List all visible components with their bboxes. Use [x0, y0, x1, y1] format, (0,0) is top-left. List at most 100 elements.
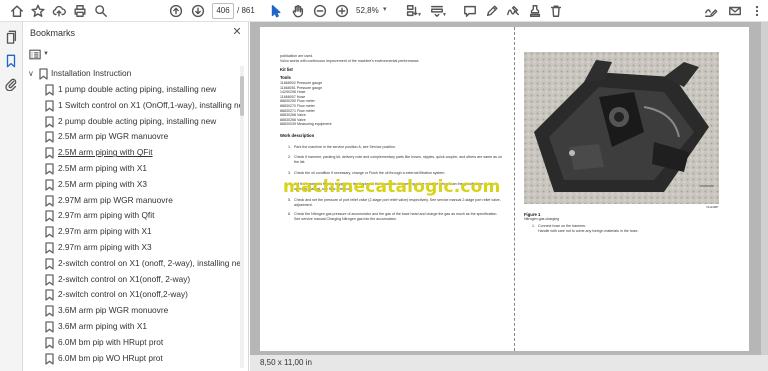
- bookmark-label: 2.97M arm pip WGR manuovre: [58, 194, 173, 205]
- delete-icon[interactable]: [548, 3, 564, 19]
- close-icon[interactable]: ✕: [231, 26, 243, 38]
- step-text: Check and set the pressure of port relie…: [294, 198, 501, 207]
- zoom-dropdown-icon[interactable]: ▾: [383, 5, 387, 13]
- mail-icon[interactable]: [727, 3, 743, 19]
- home-icon[interactable]: [9, 3, 25, 19]
- bookmark-item[interactable]: 2.97m arm piping with Qfit: [23, 208, 241, 224]
- bookmark-icon: [45, 210, 54, 223]
- bookmark-icon: [45, 258, 54, 270]
- document-viewer: publication are used. Volvo works with c…: [250, 22, 768, 371]
- step-number: 2.: [288, 155, 291, 159]
- bookmark-label: 6.0M bm pip with HRupt prot: [58, 336, 164, 347]
- layout-dropdown-icon[interactable]: ▼: [417, 12, 422, 18]
- bookmark-icon: [45, 321, 54, 333]
- step-text: Check the Nitrogen gas pressure of accum…: [294, 212, 498, 221]
- bookmark-icon: [45, 226, 54, 238]
- figure-caption: Nitrogen gas charging: [524, 217, 560, 221]
- bookmark-label: Installation Instruction: [51, 68, 132, 78]
- zoom-in-icon[interactable]: [334, 3, 350, 19]
- pdf-page[interactable]: publication are used. Volvo works with c…: [260, 27, 749, 351]
- print-icon[interactable]: [72, 3, 88, 19]
- bookmark-icon: [45, 179, 54, 191]
- cloud-upload-icon[interactable]: [51, 3, 67, 19]
- watermark: machinecatalogic.com: [283, 177, 501, 197]
- bookmark-list: ∨ Installation Instruction 1 pump double…: [23, 66, 241, 371]
- bookmark-item[interactable]: 2.97M arm pip WGR manuovre: [23, 193, 241, 209]
- bookmark-icon: [45, 194, 54, 207]
- page-total: / 861: [237, 6, 255, 15]
- hammer-photo: [524, 52, 719, 204]
- bookmark-item[interactable]: 2.5M arm piping with QFit: [23, 145, 241, 161]
- scrollbar-thumb[interactable]: [240, 76, 244, 116]
- chevron-down-icon[interactable]: ∨: [28, 70, 36, 78]
- bookmark-item[interactable]: 2-switch control on X1(onoff, 2-way): [23, 272, 241, 288]
- bookmark-label: 2.5M arm pip WGR manuovre: [58, 131, 169, 142]
- star-icon[interactable]: [30, 3, 46, 19]
- zoom-out-icon[interactable]: [312, 3, 328, 19]
- bookmark-icon: [45, 337, 54, 349]
- zoom-level[interactable]: 52,8%: [356, 3, 382, 19]
- bookmark-item[interactable]: 2-switch control on X1 (onoff, 2-way), i…: [23, 256, 241, 272]
- step-text: Park the machine in the service position…: [294, 145, 396, 149]
- bookmark-item[interactable]: 3.6M arm pip WGR monuovre: [23, 303, 241, 319]
- bookmarks-icon[interactable]: [4, 54, 18, 68]
- stamp-icon[interactable]: [527, 3, 543, 19]
- bookmark-item[interactable]: 6.0M bm pip with HRupt prot: [23, 335, 241, 351]
- bookmark-icon: [45, 84, 54, 96]
- bookmark-label: 6.0M bm pip WO HRupt prot: [58, 352, 163, 363]
- bookmark-item[interactable]: 2.97m arm piping with X3: [23, 240, 241, 256]
- bookmark-item[interactable]: 2 pump double acting piping, installing …: [23, 114, 241, 130]
- hand-tool-icon[interactable]: [290, 3, 306, 19]
- draw-signature-icon[interactable]: [505, 3, 521, 19]
- bookmark-icon: [45, 115, 54, 128]
- bookmark-item-parent[interactable]: ∨ Installation Instruction: [23, 66, 241, 82]
- page-split-line: [514, 27, 515, 351]
- step-text: Check if hammer, packing kit, delivery n…: [294, 155, 502, 164]
- bookmark-icon: [45, 289, 54, 302]
- bookmark-icon: [45, 100, 54, 112]
- bookmark-item[interactable]: 2.5M arm piping with X1: [23, 161, 241, 177]
- page-thumbnails-icon[interactable]: [4, 30, 18, 44]
- note-number: 1.: [532, 224, 535, 228]
- bookmarks-scrollbar[interactable]: [240, 66, 244, 368]
- bookmark-label: 2.97m arm piping with X1: [58, 226, 152, 237]
- photo-id: V1122987: [706, 205, 719, 209]
- work-description-heading: Work description: [280, 133, 315, 138]
- page-up-icon[interactable]: [168, 3, 184, 19]
- bookmark-label: 1 pump double acting piping, installing …: [58, 84, 217, 94]
- pen-highlight-icon[interactable]: [484, 3, 500, 19]
- panel-title: Bookmarks: [30, 28, 76, 38]
- document-scrollbar[interactable]: [761, 22, 768, 371]
- step-number: 3.: [288, 171, 291, 175]
- bookmark-icon: [45, 147, 54, 159]
- toolbar: 406 / 861 52,8% ▾ ▼ ▼: [0, 0, 768, 22]
- comment-icon[interactable]: [462, 3, 478, 19]
- bookmark-item[interactable]: 1 pump double acting piping, installing …: [23, 82, 241, 98]
- bookmark-item[interactable]: 6.0M bm pip WO HRupt prot: [23, 351, 241, 367]
- bookmark-item[interactable]: 2-switch control on X1(onoff,2-way): [23, 287, 241, 303]
- bookmarks-panel: Bookmarks ✕ ▼ ∨ Installation Instruction…: [23, 22, 249, 371]
- select-cursor-icon[interactable]: [268, 3, 284, 19]
- bookmark-item[interactable]: 1 Switch control on X1 (OnOff,1-way), in…: [23, 98, 241, 114]
- bookmark-label: 2.5M arm piping with X1: [58, 163, 148, 173]
- fill-sign-icon[interactable]: [703, 3, 719, 19]
- bookmark-item[interactable]: 2.5M arm pip WGR manuovre: [23, 129, 241, 145]
- intro-line: Volvo works with continuous improvement …: [280, 59, 420, 63]
- list-options-icon: [29, 49, 41, 59]
- chevron-down-icon: ▼: [43, 51, 49, 57]
- bookmark-label: 2 pump double acting piping, installing …: [58, 115, 217, 126]
- page-down-icon[interactable]: [190, 3, 206, 19]
- bookmark-item[interactable]: 2.5M arm piping with X3: [23, 177, 241, 193]
- bookmark-options-button[interactable]: ▼: [29, 47, 51, 61]
- bookmark-label: 2.97m arm piping with X3: [58, 242, 152, 252]
- tools-heading: Tools: [280, 75, 291, 80]
- more-options-icon[interactable]: [749, 3, 765, 19]
- scroll-dropdown-icon[interactable]: ▼: [442, 12, 447, 18]
- attachments-icon[interactable]: [4, 77, 18, 92]
- zoom-search-icon[interactable]: [93, 3, 109, 19]
- status-bar: 8,50 x 11,00 in: [250, 355, 768, 371]
- page-number-input[interactable]: 406: [212, 3, 234, 19]
- bookmark-icon: [45, 273, 54, 286]
- bookmark-item[interactable]: 2.97m arm piping with X1: [23, 224, 241, 240]
- bookmark-item[interactable]: 3.6M arm piping with X1: [23, 319, 241, 335]
